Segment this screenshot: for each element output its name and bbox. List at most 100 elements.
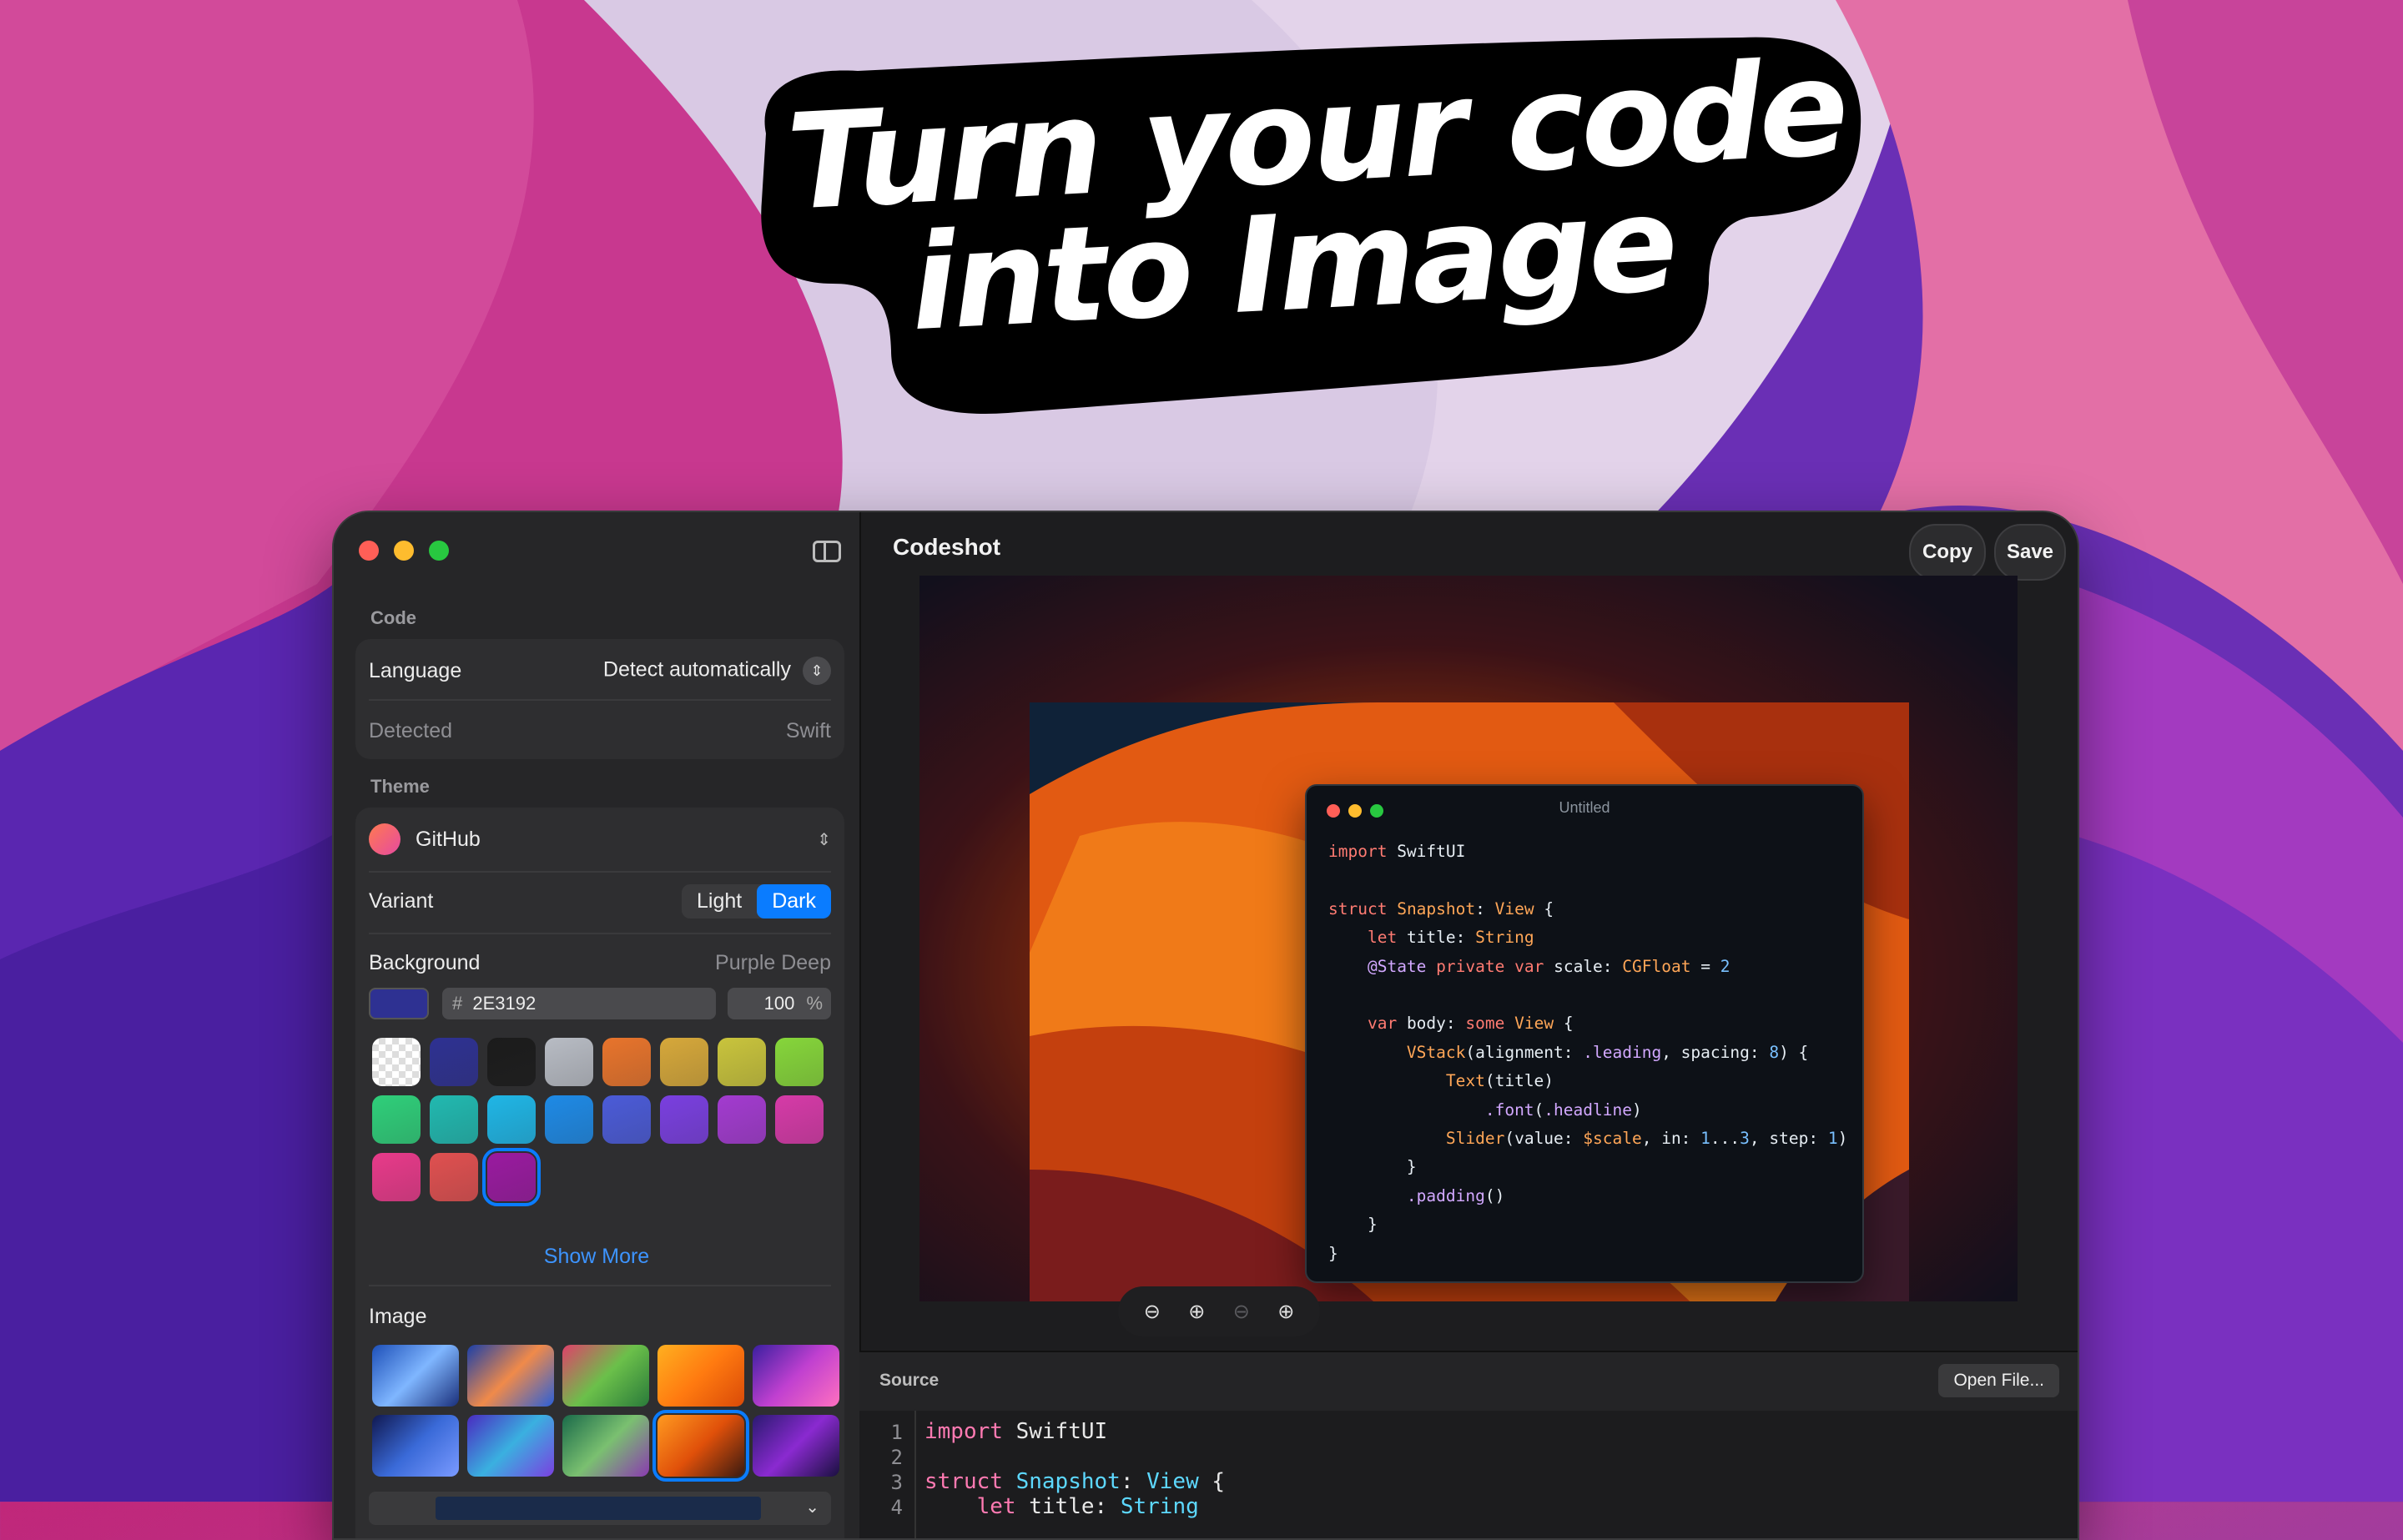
divider (369, 1285, 831, 1286)
app-window: Code Language Detect automatically ⇕ Dete… (332, 511, 2079, 1540)
color-swatch[interactable] (372, 1095, 421, 1144)
minimize-button[interactable] (394, 541, 414, 561)
theme-value: GitHub (416, 827, 481, 851)
image-thumbnail[interactable] (753, 1345, 839, 1407)
source-editor[interactable]: 1 2 3 4 import SwiftUI struct Snapshot: … (859, 1411, 2078, 1538)
theme-select-label: GitHub (369, 823, 481, 855)
sidebar-toggle-icon[interactable] (813, 541, 841, 562)
divider (369, 699, 831, 701)
code-card: Untitled import SwiftUI struct Snapshot:… (1305, 784, 1864, 1283)
color-swatch[interactable] (430, 1153, 478, 1201)
image-options-field[interactable]: ⌄ (369, 1492, 831, 1525)
color-well[interactable] (369, 988, 429, 1019)
color-swatch[interactable] (718, 1038, 766, 1086)
sidebar: Code Language Detect automatically ⇕ Dete… (334, 512, 861, 1538)
chevron-up-down-icon: ⇕ (803, 657, 831, 685)
image-thumbnail[interactable] (657, 1345, 744, 1407)
theme-section-label: Theme (370, 776, 430, 797)
image-thumbnail[interactable] (372, 1415, 459, 1477)
color-swatch[interactable] (372, 1038, 421, 1086)
line-number: 1 (890, 1421, 903, 1444)
open-file-button[interactable]: Open File... (1938, 1364, 2059, 1397)
background-row: Background Purple Deep (369, 943, 831, 983)
hex-prefix: # (452, 993, 463, 1014)
chevron-up-down-icon: ⇕ (817, 830, 831, 849)
source-code: import SwiftUI struct Snapshot: View { l… (924, 1419, 1226, 1519)
color-swatch[interactable] (482, 1148, 541, 1206)
image-thumbnail[interactable] (467, 1415, 554, 1477)
hex-input[interactable]: # 2E3192 (442, 988, 716, 1019)
variant-segmented-control: Light Dark (681, 883, 831, 918)
language-value: Detect automatically (602, 657, 791, 682)
code-snippet: import SwiftUI struct Snapshot: View { l… (1328, 842, 1848, 1263)
background-value: Purple Deep (715, 950, 831, 974)
image-row: Image (369, 1296, 831, 1336)
variant-row: Variant Light Dark (369, 881, 831, 921)
code-section-label: Code (370, 607, 416, 628)
image-thumbnail[interactable] (372, 1345, 459, 1407)
line-gutter: 1 2 3 4 (859, 1411, 916, 1538)
save-button[interactable]: Save (1994, 524, 2066, 581)
line-number: 3 (890, 1471, 903, 1494)
color-swatch[interactable] (430, 1038, 478, 1086)
background-label: Background (369, 950, 481, 974)
language-select[interactable]: Detect automatically ⇕ (603, 657, 831, 685)
zoom-controls: ⊖ ⊕ ⊖ ⊕ (1118, 1286, 1320, 1336)
image-preview-bar (436, 1497, 761, 1520)
image-thumbnail[interactable] (562, 1415, 649, 1477)
color-swatch[interactable] (718, 1095, 766, 1144)
opacity-value: 100 (763, 993, 795, 1014)
source-label: Source (879, 1371, 940, 1390)
color-swatch[interactable] (602, 1095, 651, 1144)
image-thumbnail[interactable] (652, 1410, 749, 1482)
theme-select[interactable]: GitHub ⇕ (369, 819, 831, 859)
close-button[interactable] (359, 541, 379, 561)
color-swatch[interactable] (487, 1038, 536, 1086)
color-swatch[interactable] (372, 1153, 421, 1201)
image-thumbnail[interactable] (753, 1415, 839, 1477)
zoom-button[interactable] (429, 541, 449, 561)
opacity-unit: % (806, 993, 823, 1014)
image-thumbnail[interactable] (562, 1345, 649, 1407)
color-swatch[interactable] (430, 1095, 478, 1144)
variant-light[interactable]: Light (682, 884, 757, 918)
language-row: Language Detect automatically ⇕ (369, 654, 831, 687)
copy-button[interactable]: Copy (1909, 524, 1986, 581)
color-swatch[interactable] (602, 1038, 651, 1086)
zoom-out-icon[interactable]: ⊖ (1144, 1300, 1161, 1324)
zoom-fit-icon[interactable]: ⊕ (1188, 1300, 1205, 1324)
opacity-input[interactable]: 100 % (728, 988, 831, 1019)
variant-dark[interactable]: Dark (757, 883, 831, 918)
zoom-in-icon[interactable]: ⊕ (1277, 1300, 1294, 1324)
zoom-actual-icon[interactable]: ⊖ (1233, 1300, 1250, 1324)
image-thumbnail[interactable] (467, 1345, 554, 1407)
line-number: 2 (890, 1446, 903, 1469)
image-label: Image (369, 1304, 427, 1328)
detected-value: Swift (785, 718, 831, 742)
detected-label: Detected (369, 718, 453, 742)
window-controls (359, 541, 449, 561)
language-label: Language (369, 658, 462, 682)
line-number: 4 (890, 1496, 903, 1519)
code-group: Language Detect automatically ⇕ Detected … (355, 639, 844, 759)
source-toolbar: Source Open File... (859, 1351, 2078, 1412)
hex-value: 2E3192 (472, 993, 537, 1014)
color-swatch[interactable] (545, 1038, 593, 1086)
card-title: Untitled (1559, 799, 1610, 816)
divider (369, 871, 831, 873)
color-swatch[interactable] (487, 1095, 536, 1144)
theme-swatch-icon (369, 823, 400, 855)
detected-row: Detected Swift (369, 714, 831, 747)
color-swatch[interactable] (545, 1095, 593, 1144)
window-title: Codeshot (893, 534, 1001, 560)
theme-group: GitHub ⇕ Variant Light Dark Background P… (355, 808, 844, 1538)
preview-area: Untitled import SwiftUI struct Snapshot:… (919, 576, 2018, 1301)
divider (369, 933, 831, 934)
chevron-down-icon: ⌄ (805, 1498, 819, 1517)
show-more-link[interactable]: Show More (334, 1245, 859, 1269)
color-swatch[interactable] (660, 1095, 708, 1144)
variant-label: Variant (369, 888, 434, 913)
color-swatch[interactable] (775, 1095, 824, 1144)
color-swatch[interactable] (775, 1038, 824, 1086)
color-swatch[interactable] (660, 1038, 708, 1086)
